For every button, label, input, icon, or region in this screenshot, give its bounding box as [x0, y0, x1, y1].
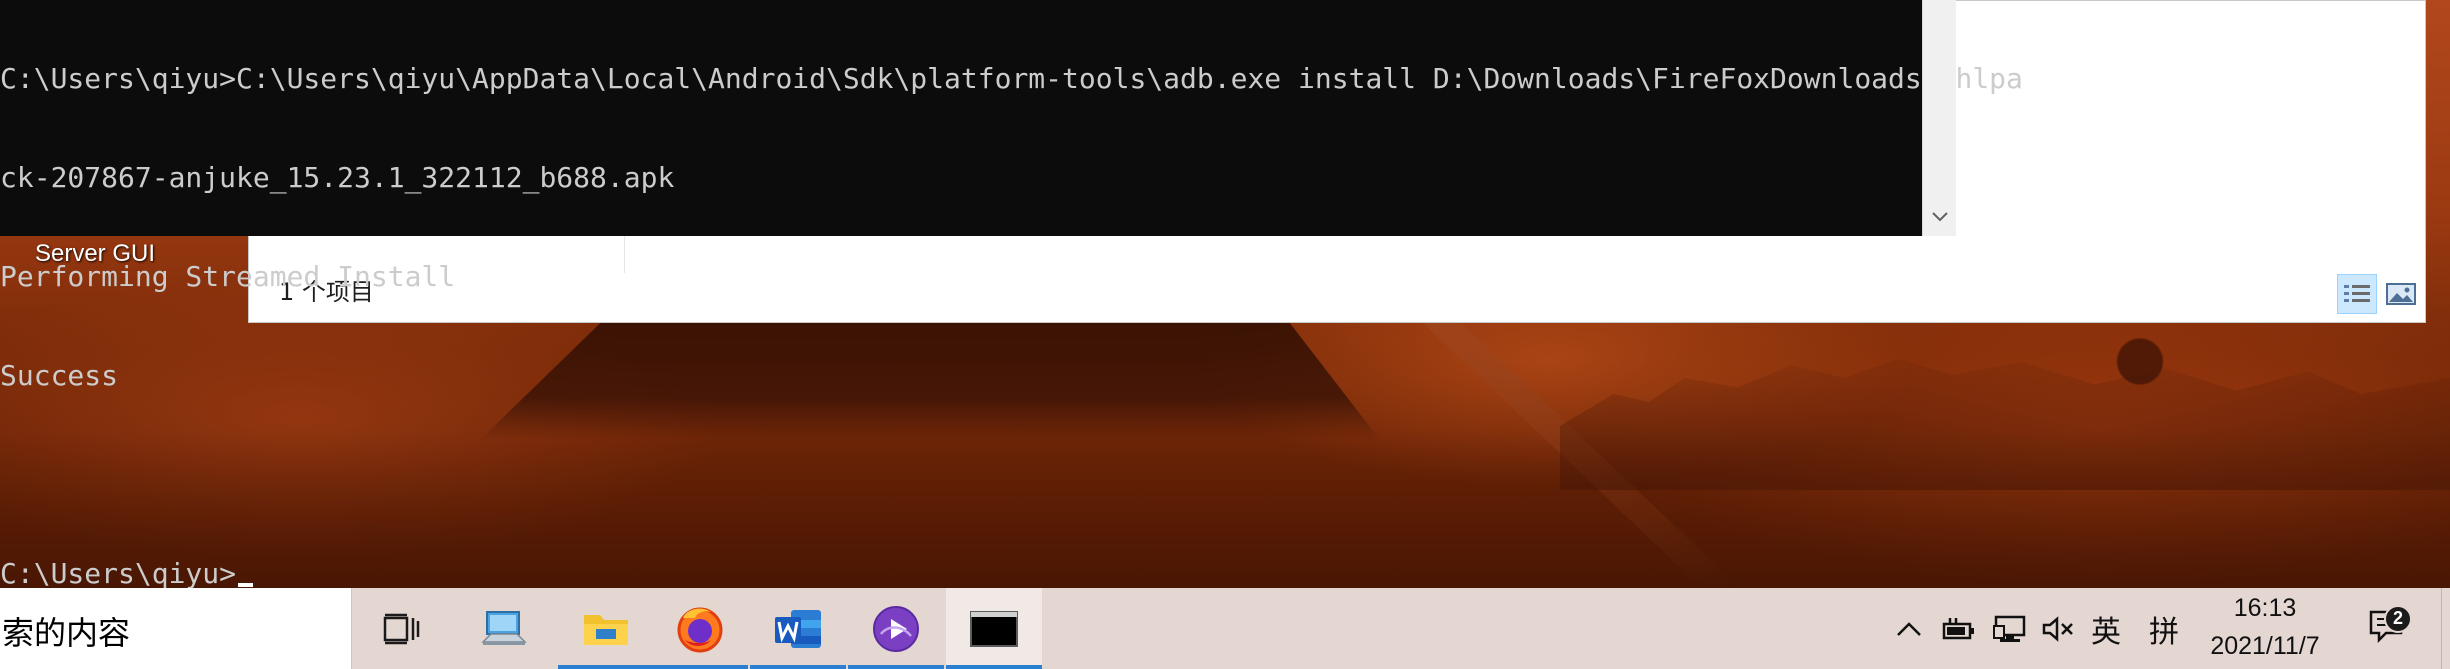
taskbar-file-explorer[interactable] [558, 588, 654, 669]
taskbar-clock[interactable]: 16:13 2021/11/7 [2190, 588, 2340, 669]
word-icon [775, 609, 821, 648]
console-line: ck-207867-anjuke_15.23.1_322112_b688.apk [0, 161, 675, 194]
volume-button[interactable] [2040, 588, 2076, 669]
console-output[interactable]: C:\Users\qiyu>C:\Users\qiyu\AppData\Loca… [0, 0, 2023, 656]
input-mode-button[interactable]: 英 [2086, 588, 2126, 669]
show-desktop-button[interactable] [2441, 588, 2450, 669]
details-view-icon [2344, 285, 2370, 302]
scrollbar-thumb[interactable] [1928, 0, 1952, 188]
console-prompt-line[interactable]: C:\Users\qiyu> [0, 557, 1920, 590]
scroll-down-button[interactable] [1923, 202, 1957, 232]
details-view-button[interactable] [2337, 274, 2377, 314]
show-hidden-icons-button[interactable] [1892, 588, 1926, 669]
search-placeholder: 索的内容 [2, 614, 131, 652]
console-line: Success [0, 359, 119, 392]
taskbar-word[interactable] [750, 588, 846, 669]
taskbar-media-player[interactable] [848, 588, 944, 669]
volume-muted-icon [2042, 615, 2073, 642]
console-prompt: C:\Users\qiyu> [0, 557, 237, 590]
taskbar-command-prompt[interactable] [946, 588, 1042, 669]
taskbar: 索的内容 英 拼 16:13 2021/11/7 2 [0, 588, 2450, 669]
task-view-button[interactable] [354, 588, 450, 669]
notification-count-badge: 2 [2384, 604, 2412, 633]
chevron-down-icon [1932, 212, 1948, 222]
battery-plugged-icon [1942, 617, 1974, 639]
large-icons-view-button[interactable] [2381, 274, 2421, 314]
ime-mode-label: 英 [2091, 614, 2121, 650]
console-line: C:\Users\qiyu>C:\Users\qiyu\AppData\Loca… [0, 62, 2023, 95]
taskbar-search-box[interactable]: 索的内容 [0, 588, 352, 669]
network-wired-icon [1993, 615, 2026, 642]
action-center-button[interactable]: 2 [2364, 588, 2412, 669]
taskbar-this-pc[interactable] [456, 588, 552, 669]
battery-button[interactable] [1940, 588, 1980, 669]
console-line: Performing Streamed Install [0, 260, 456, 293]
wallpaper-tree [2110, 330, 2170, 420]
media-player-icon [873, 605, 919, 652]
desktop: Server GUI 1 个项目 C:\Users\qiyu>C:\Users\… [0, 0, 2450, 669]
computer-icon [481, 610, 527, 645]
text-cursor [238, 583, 254, 587]
taskbar-firefox[interactable] [652, 588, 748, 669]
chevron-up-icon [1897, 621, 1921, 636]
terminal-icon [970, 610, 1018, 647]
ime-pinyin-label: 拼 [2149, 614, 2179, 650]
network-button[interactable] [1990, 588, 2030, 669]
clock-time: 16:13 [2233, 594, 2297, 622]
ime-button[interactable]: 拼 [2144, 588, 2184, 669]
command-prompt-window[interactable]: C:\Users\qiyu>C:\Users\qiyu\AppData\Loca… [0, 0, 2023, 590]
clock-date: 2021/11/7 [2210, 632, 2320, 660]
console-scrollbar[interactable] [1922, 0, 1956, 236]
firefox-icon [677, 607, 723, 652]
task-view-icon [383, 613, 420, 644]
large-icons-view-icon [2386, 283, 2416, 305]
folder-icon [584, 614, 628, 645]
